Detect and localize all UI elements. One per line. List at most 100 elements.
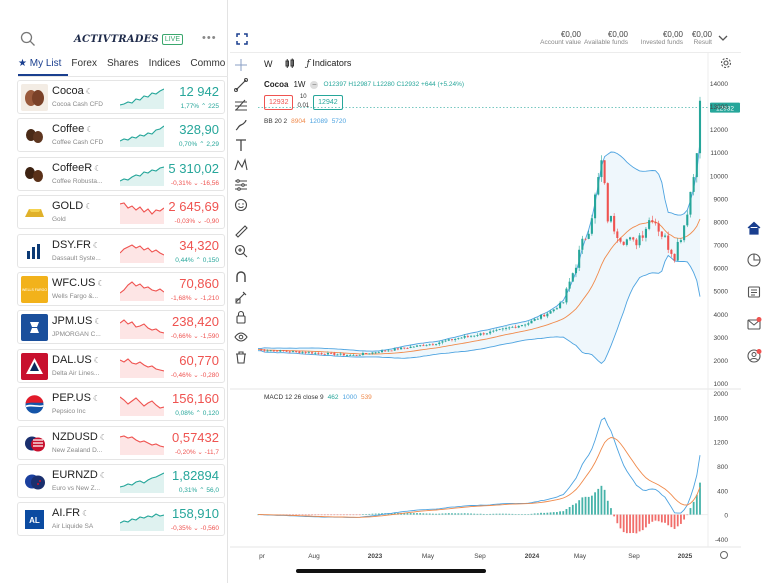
candle-body	[454, 339, 457, 341]
tab-indices[interactable]: Indices	[149, 58, 181, 76]
candle-body	[527, 323, 530, 325]
candle-body	[444, 340, 447, 342]
gear-icon[interactable]	[720, 57, 732, 69]
indicators-button[interactable]: ƒ Indicators	[307, 58, 352, 69]
candle-body	[663, 235, 667, 237]
market-closed-moon-icon: ☾	[82, 509, 90, 519]
home-icon[interactable]	[746, 220, 762, 236]
instrument-name: AI.FR ☾	[52, 507, 89, 519]
watchlist-row[interactable]: WELLS FARGO WFC.US ☾ Wells Fargo &... 70,…	[17, 271, 225, 306]
fib-icon[interactable]	[233, 97, 249, 113]
macd-histogram-bar	[355, 514, 358, 516]
spread-top: 10	[299, 94, 307, 100]
watchlist-row[interactable]: AL AI.FR ☾ Air Liquide SA 158,910 -0,35% …	[17, 502, 225, 537]
candle-body	[594, 194, 597, 219]
emoji-icon[interactable]	[233, 197, 249, 213]
trend-line-icon[interactable]	[233, 77, 249, 93]
instrument-name: CoffeeR ☾	[52, 162, 101, 174]
candle-body	[371, 352, 374, 354]
candle-body	[508, 327, 511, 329]
buy-button[interactable]: 12942	[313, 94, 343, 110]
sell-button[interactable]: 12932	[264, 94, 294, 110]
instrument-symbol: EURNZD	[52, 468, 98, 481]
watchlist-row[interactable]: Coffee ☾ Coffee Cash CFD 328,90 0,70% ⌃ 2…	[17, 118, 225, 153]
watchlist-row[interactable]: NZDUSD ☾ New Zealand D... 0,57432 -0,20% …	[17, 425, 225, 460]
crosshair-icon[interactable]	[233, 57, 249, 73]
watchlist-row[interactable]: PEP.US ☾ Pepsico Inc 156,160 0,08% ⌃ 0,12…	[17, 387, 225, 422]
watchlist-row[interactable]: JPM.US ☾ JPMORGAN C... 238,420 -0,66% ⌄ -…	[17, 310, 225, 345]
candle-body	[266, 350, 269, 352]
pattern-icon[interactable]	[233, 157, 249, 173]
candle-body	[651, 220, 654, 223]
search-icon[interactable]	[20, 31, 36, 47]
instrument-price: 5 310,02	[168, 160, 219, 176]
sparkline	[120, 202, 164, 225]
price-chart[interactable]: 1400012000110001000090008000700060005000…	[230, 53, 741, 567]
candle-body	[333, 353, 336, 355]
interval-button[interactable]: W	[264, 59, 273, 69]
instrument-price: 60,770	[179, 352, 219, 368]
tab-commodities[interactable]: Commo	[190, 58, 225, 76]
result: €0,00 Result	[692, 30, 712, 46]
zoom-in-icon[interactable]	[233, 243, 249, 259]
text-icon[interactable]	[233, 137, 249, 153]
price-axis-label: 11000	[710, 150, 728, 157]
ruler-icon[interactable]	[233, 223, 249, 239]
macd-histogram-bar	[330, 514, 333, 516]
macd-legend[interactable]: MACD 12 26 close 9 462 1000 539	[264, 394, 372, 401]
candle-body	[279, 350, 282, 352]
candle-body	[295, 351, 298, 352]
instrument-price: 12 942	[179, 84, 219, 99]
macd-histogram-bar	[301, 514, 304, 516]
candle-body	[441, 341, 444, 343]
instrument-price: 328,90	[179, 122, 219, 138]
chart-area[interactable]: 14000 12000 11000 10000 9000 8000 7000 6000 5000…	[230, 52, 741, 566]
trash-icon[interactable]	[233, 349, 249, 365]
candle-body	[568, 281, 571, 289]
instrument-description: Euro vs New Z...	[52, 484, 101, 492]
watchlist-row[interactable]: DAL.US ☾ Delta Air Lines... 60,770 -0,46%…	[17, 348, 225, 383]
watchlist-row[interactable]: DSY.FR ☾ Dassault Syste... 34,320 0,44% ⌃…	[17, 233, 225, 268]
candle-body	[686, 214, 689, 226]
chevron-down-icon[interactable]	[718, 34, 728, 42]
candles-icon[interactable]	[285, 58, 295, 69]
candle-body	[400, 347, 403, 350]
macd-histogram-bar	[486, 514, 488, 515]
macd-histogram-bar	[470, 513, 472, 515]
instrument-change: -0,66% ⌄ -1,590	[170, 333, 219, 341]
brush-icon[interactable]	[233, 117, 249, 133]
fullscreen-icon[interactable]	[236, 33, 248, 45]
bb-legend[interactable]: BB 20 2 8904 12089 5720	[264, 118, 346, 125]
watchlist-row[interactable]: Cocoa ☾ Cocoa Cash CFD 12 942 1,77% ⌃ 225	[17, 80, 225, 114]
collapse-legend-icon[interactable]: –	[310, 80, 319, 89]
projection-icon[interactable]	[233, 177, 249, 193]
portfolio-pie-icon[interactable]	[746, 252, 762, 268]
macd-histogram-bar	[654, 514, 657, 521]
lock-icon[interactable]	[233, 309, 249, 325]
candle-body	[606, 183, 609, 222]
tab-forex[interactable]: Forex	[71, 58, 97, 76]
watchlist-row[interactable]: CoffeeR ☾ Coffee Robusta... 5 310,02 -0,3…	[17, 156, 225, 191]
symbol-legend: Cocoa 1W – O12397 H12987 L12280 C12932 +…	[264, 80, 464, 89]
chart-settings-icon[interactable]	[720, 551, 728, 559]
mail-icon[interactable]	[746, 316, 762, 332]
time-axis-label: 2023	[368, 553, 383, 560]
instrument-symbol: DAL.US	[52, 353, 92, 366]
lock-drawing-icon[interactable]	[233, 289, 249, 305]
macd-histogram-bar	[610, 508, 612, 515]
macd-histogram-bar	[594, 492, 596, 515]
more-menu-button[interactable]: •••	[202, 32, 217, 44]
news-icon[interactable]	[746, 284, 762, 300]
magnet-icon[interactable]	[233, 269, 249, 285]
tab-shares[interactable]: Shares	[107, 58, 139, 76]
profile-icon[interactable]	[746, 348, 762, 364]
visibility-icon[interactable]	[233, 329, 249, 345]
candle-body	[549, 311, 552, 314]
candle-body	[489, 331, 492, 334]
candle-body	[536, 318, 539, 320]
watchlist-row[interactable]: GOLD ☾ Gold 2 645,69 -0,03% ⌄ -0,90	[17, 195, 225, 230]
watchlist-row[interactable]: EURNZD ☾ Euro vs New Z... 1,82894 0,31% ⌃…	[17, 463, 225, 498]
candle-body	[323, 353, 326, 355]
bb-name: BB 20 2	[264, 118, 288, 125]
instrument-name: WFC.US ☾	[52, 277, 105, 289]
